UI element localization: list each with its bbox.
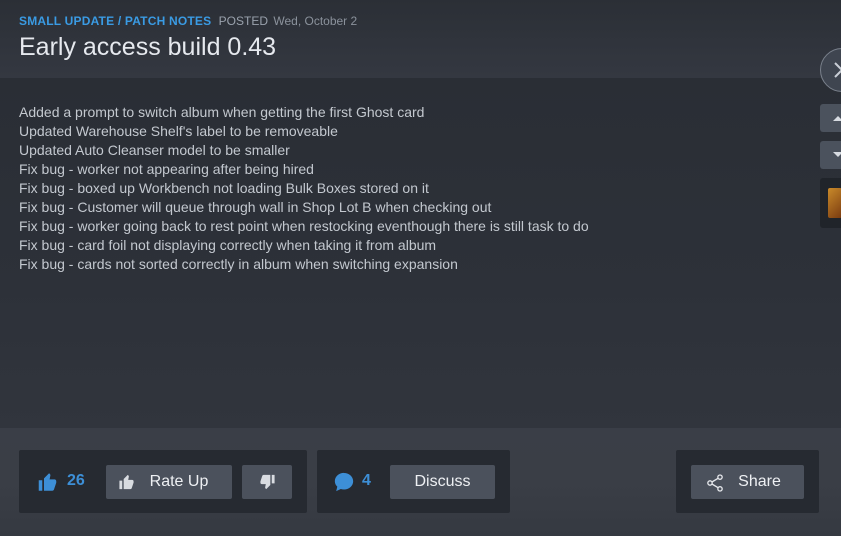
list-item: Fix bug - boxed up Workbench not loading…: [19, 180, 429, 196]
discuss-label: Discuss: [414, 473, 471, 490]
discuss-button[interactable]: Discuss: [390, 465, 495, 499]
patch-notes-list: Added a prompt to switch album when gett…: [19, 103, 589, 274]
rate-down-button[interactable]: [242, 465, 292, 499]
share-icon: [707, 474, 723, 492]
thumbs-up-icon: [119, 474, 134, 490]
scroll-down-button[interactable]: [820, 141, 841, 169]
like-count: 26: [67, 472, 85, 489]
posted-label: POSTED: [218, 14, 269, 28]
rate-up-label: Rate Up: [149, 473, 209, 490]
speech-bubble-icon: [334, 472, 354, 492]
list-item: Fix bug - card foil not displaying corre…: [19, 237, 437, 253]
post-meta: SMALL UPDATE / PATCH NOTES POSTED Wed, O…: [19, 14, 357, 28]
list-item: Fix bug - Customer will queue through wa…: [19, 199, 492, 215]
comment-count: 4: [362, 472, 371, 489]
post-header: SMALL UPDATE / PATCH NOTES POSTED Wed, O…: [0, 0, 841, 78]
share-label: Share: [738, 473, 781, 490]
scroll-up-button[interactable]: [820, 104, 841, 132]
thumbs-down-icon: [259, 474, 275, 490]
close-icon: [834, 62, 841, 78]
chevron-up-icon: [833, 116, 841, 121]
rate-up-button[interactable]: Rate Up: [106, 465, 232, 499]
list-item: Added a prompt to switch album when gett…: [19, 104, 425, 120]
list-item: Updated Auto Cleanser model to be smalle…: [19, 142, 290, 158]
share-button[interactable]: Share: [691, 465, 804, 499]
list-item: Fix bug - cards not sorted correctly in …: [19, 256, 458, 272]
event-thumbnail[interactable]: [820, 178, 841, 228]
post-category[interactable]: SMALL UPDATE / PATCH NOTES: [19, 14, 211, 28]
list-item: Fix bug - worker not appearing after bei…: [19, 161, 314, 177]
post-date: Wed, October 2: [273, 14, 358, 28]
chevron-down-icon: [833, 152, 841, 157]
list-item: Fix bug - worker going back to rest poin…: [19, 218, 589, 234]
post-title: Early access build 0.43: [19, 33, 277, 61]
thumbs-up-icon: [38, 473, 57, 491]
thumbnail-image: [828, 188, 841, 218]
list-item: Updated Warehouse Shelf's label to be re…: [19, 123, 338, 139]
